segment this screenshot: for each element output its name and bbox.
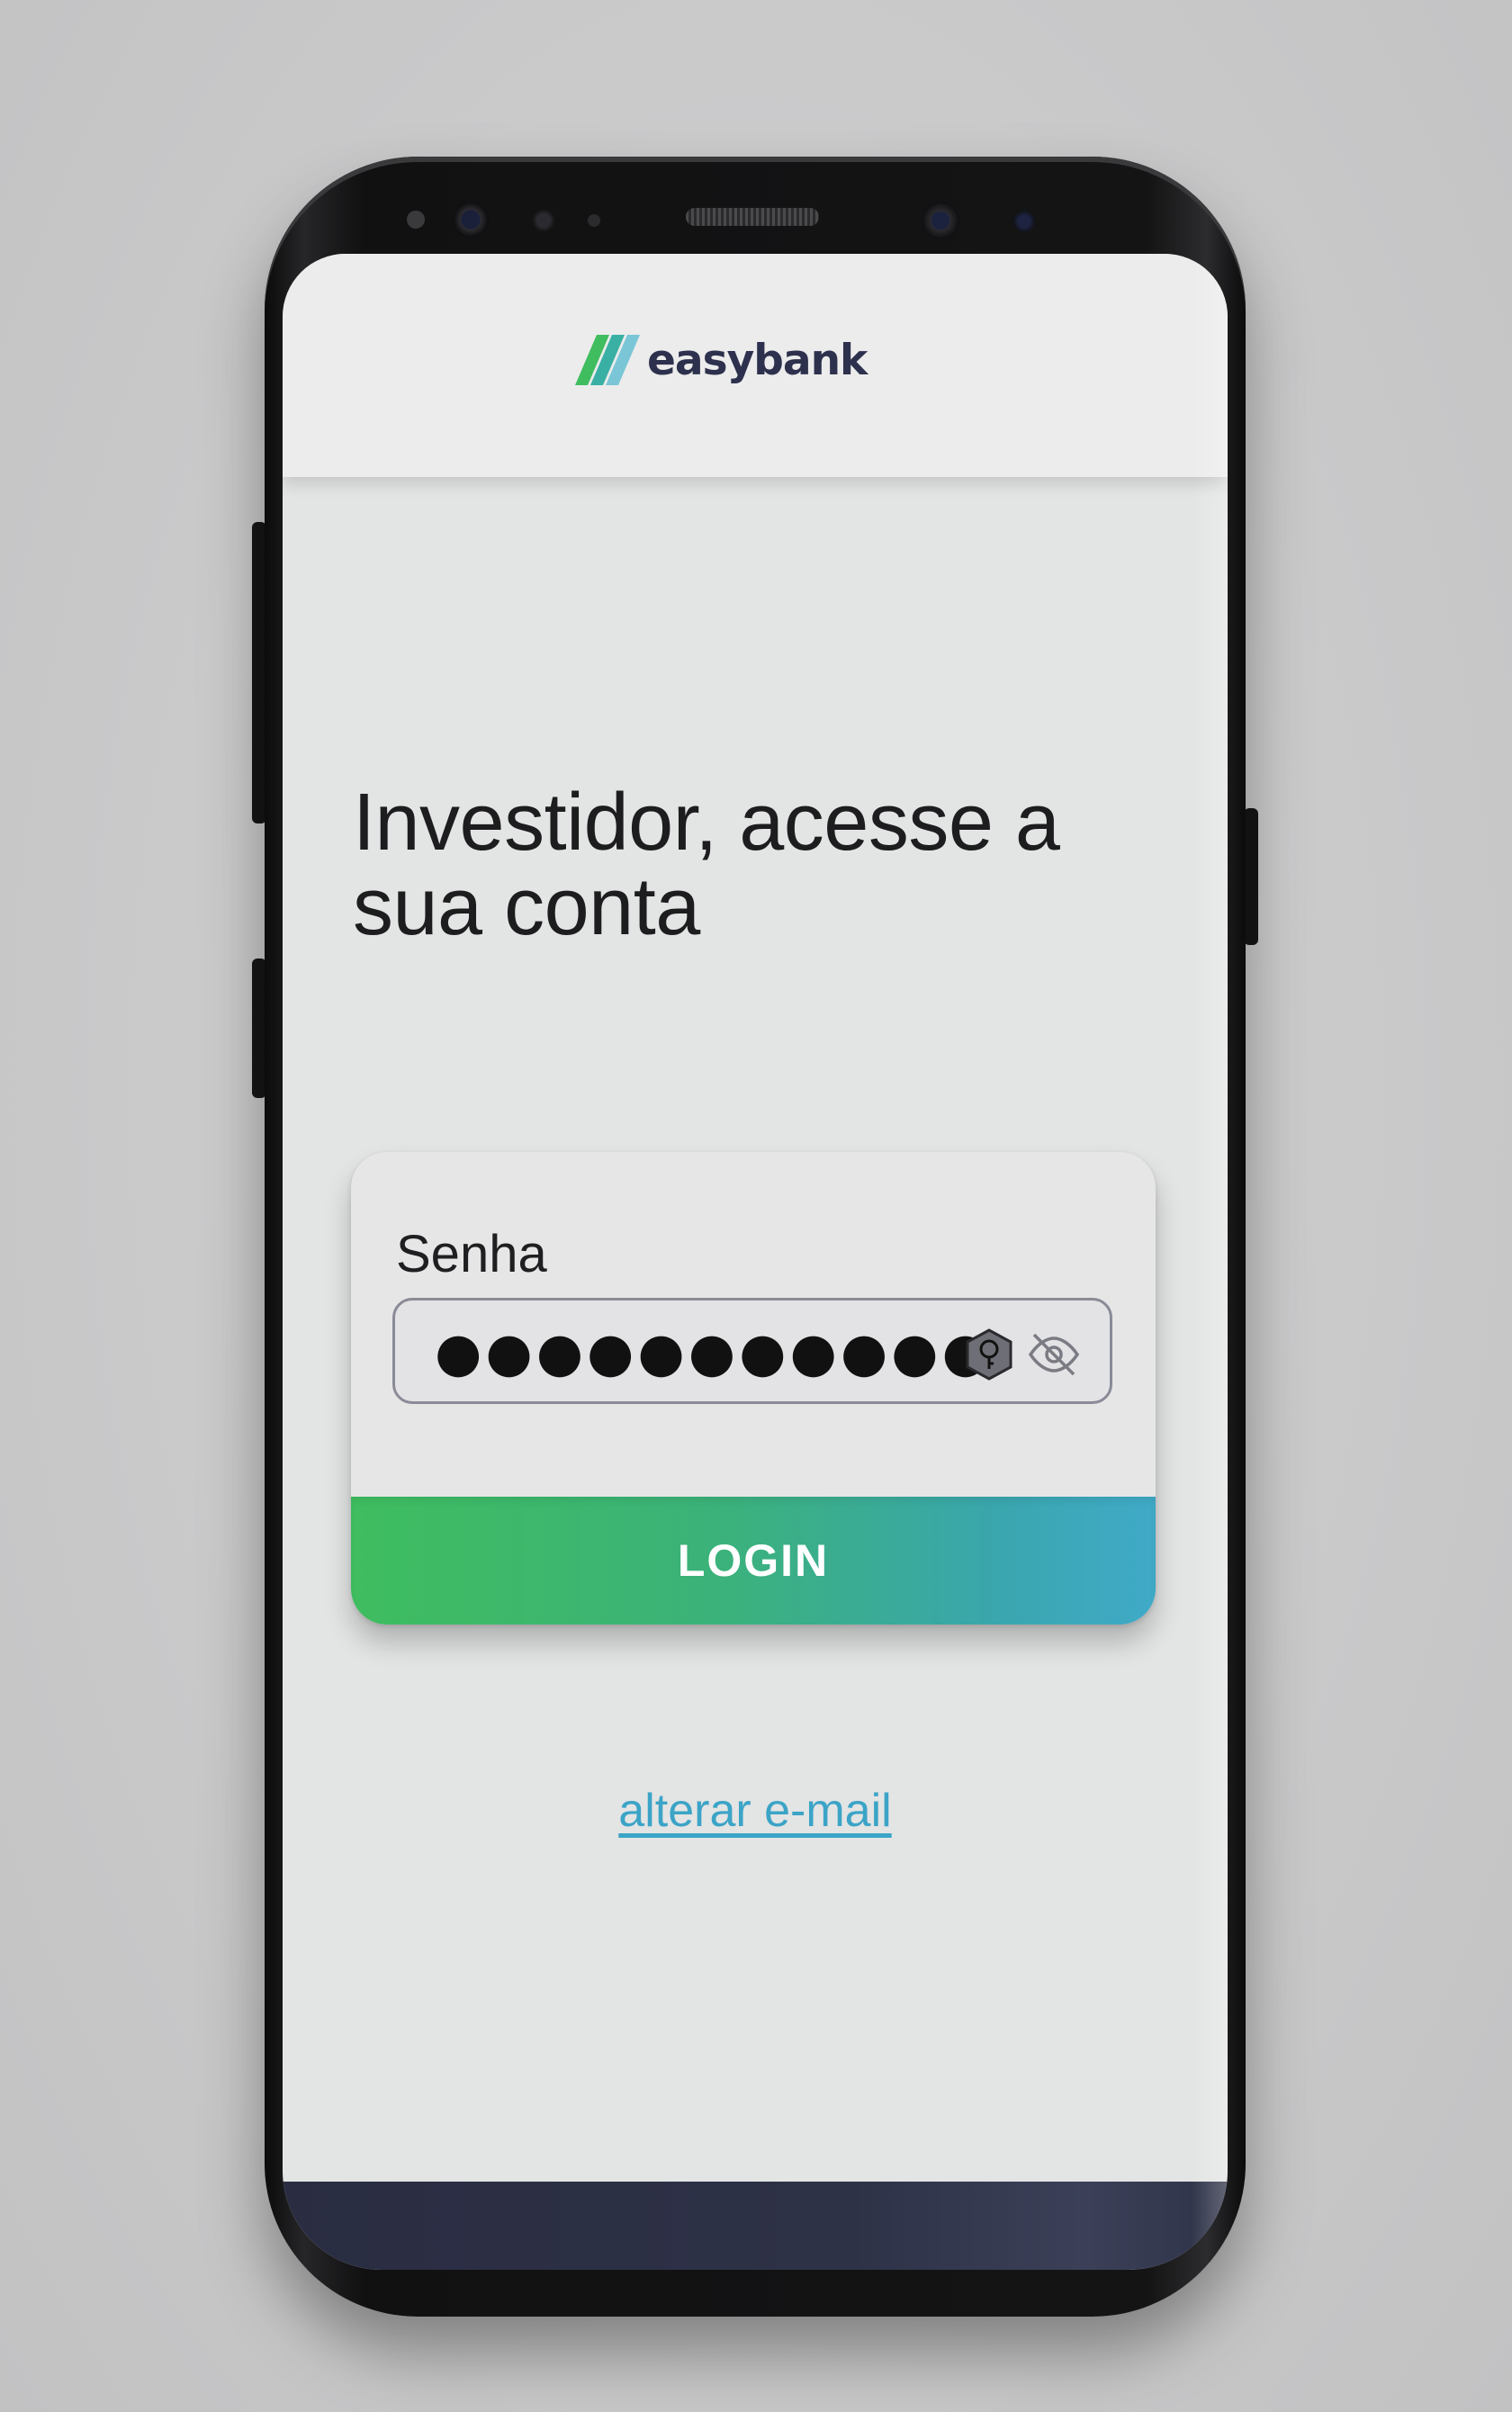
password-field[interactable]: ●●●●●●●●●●●: [392, 1298, 1112, 1404]
sensor-dot: [407, 211, 425, 229]
brand-logo: easybank: [575, 333, 868, 387]
phone-screen: easybank Investidor, acesse a sua conta …: [283, 254, 1228, 2270]
light-sensor: [588, 214, 600, 227]
proximity-sensor: [532, 209, 555, 232]
earpiece-speaker: [686, 208, 819, 226]
login-card: Senha ●●●●●●●●●●● LOGIN: [351, 1152, 1156, 1624]
login-button[interactable]: LOGIN: [351, 1497, 1156, 1624]
brand-name: easybank: [647, 335, 868, 385]
page-title: Investidor, acesse a sua conta: [353, 778, 1060, 952]
iris-led: [1013, 211, 1035, 232]
password-label: Senha: [396, 1225, 547, 1283]
key-icon[interactable]: [962, 1328, 1016, 1382]
password-value: ●●●●●●●●●●●: [435, 1321, 993, 1384]
device-mockup: easybank Investidor, acesse a sua conta …: [0, 0, 1512, 2412]
diagonal-stripes-logo-icon: [575, 335, 640, 385]
app-header: easybank: [283, 254, 1228, 477]
front-camera-icon: [453, 202, 489, 238]
change-email-link[interactable]: alterar e-mail: [283, 1784, 1228, 1838]
screen-edge-glare: [1192, 254, 1228, 2270]
bottom-navigation-bar: [283, 2182, 1228, 2270]
iris-camera-icon: [922, 202, 959, 239]
eye-slash-icon[interactable]: [1025, 1326, 1083, 1383]
power-button: [1244, 808, 1258, 945]
